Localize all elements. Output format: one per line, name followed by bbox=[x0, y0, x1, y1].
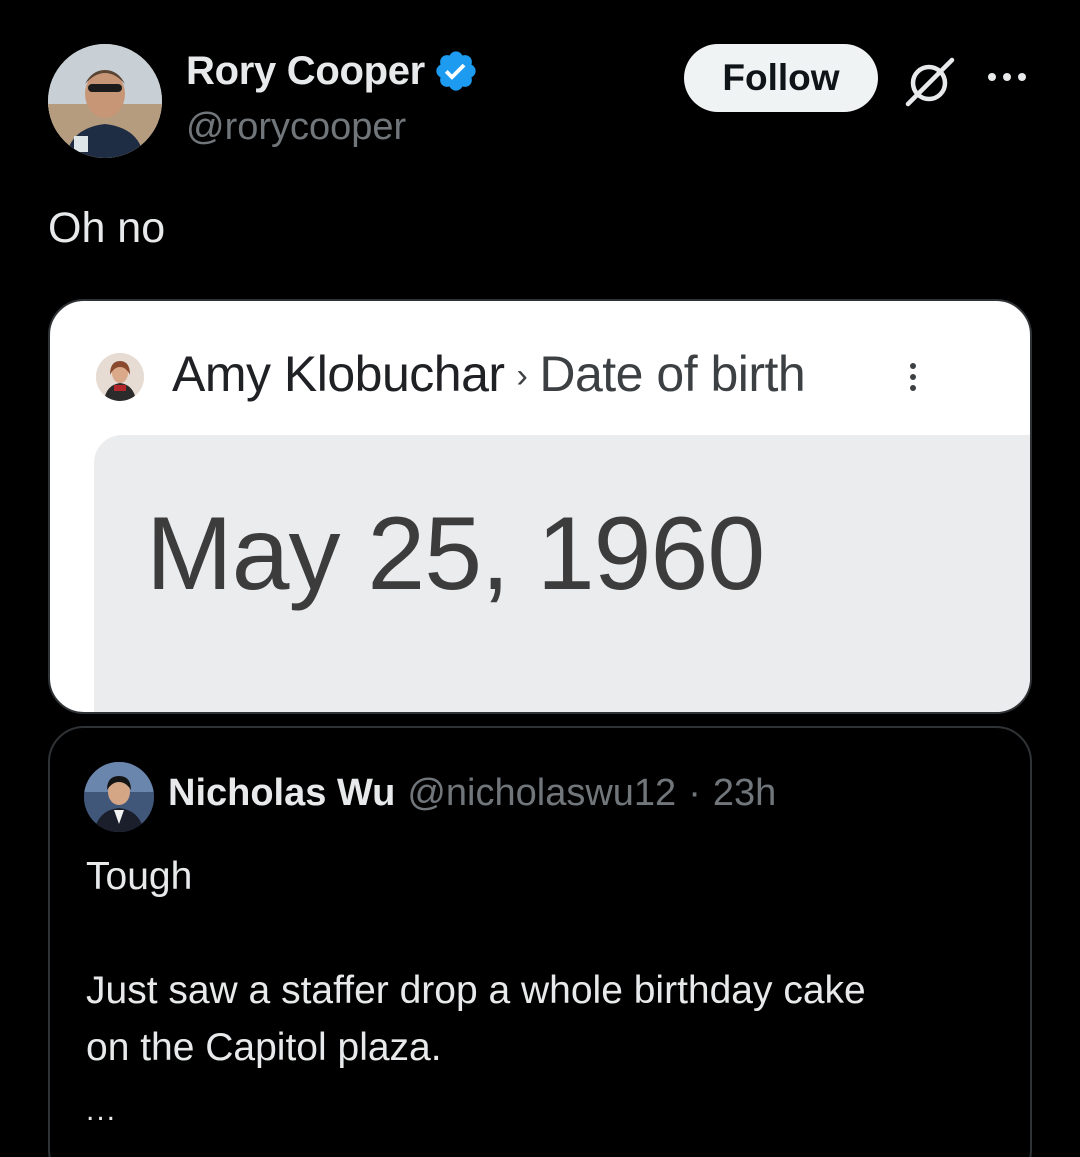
quoted-author-name: Nicholas Wu bbox=[168, 772, 396, 814]
truncation-ellipsis: ... bbox=[86, 1094, 118, 1127]
answer-box: May 25, 1960 bbox=[94, 435, 1030, 712]
answer-value: May 25, 1960 bbox=[146, 496, 765, 612]
entity-name: Amy Klobuchar bbox=[172, 346, 505, 402]
author-name[interactable]: Rory Cooper bbox=[186, 49, 425, 94]
post-image[interactable]: Amy Klobuchar › Date of birth May 25, 19… bbox=[48, 299, 1032, 714]
vertical-dots-icon bbox=[904, 359, 922, 395]
separator-dot: · bbox=[688, 772, 701, 814]
avatar-photo bbox=[48, 44, 162, 158]
follow-button[interactable]: Follow bbox=[684, 44, 878, 112]
quoted-author-avatar bbox=[84, 762, 154, 832]
knowledge-panel-title: Amy Klobuchar › Date of birth bbox=[172, 345, 806, 403]
field-name: Date of birth bbox=[539, 346, 806, 402]
more-horizontal-icon[interactable] bbox=[984, 66, 1030, 88]
post-view: Rory Cooper @rorycooper Follow Oh no Amy… bbox=[0, 0, 1080, 1157]
author-avatar[interactable] bbox=[48, 44, 162, 158]
quoted-timestamp: 23h bbox=[712, 772, 777, 814]
breadcrumb-separator: › bbox=[516, 357, 528, 395]
author-handle[interactable]: @rorycooper bbox=[186, 106, 406, 149]
quoted-header: Nicholas Wu @nicholaswu12 · 23h bbox=[168, 772, 776, 815]
verified-badge-icon bbox=[433, 48, 479, 94]
quoted-line: Just saw a staffer drop a whole birthday… bbox=[86, 969, 866, 1012]
author-name-row: Rory Cooper bbox=[186, 48, 479, 94]
quoted-line: Tough bbox=[86, 855, 193, 898]
entity-avatar bbox=[96, 353, 144, 401]
quoted-post[interactable]: Nicholas Wu @nicholaswu12 · 23h Tough Ju… bbox=[48, 726, 1032, 1157]
quoted-author-handle: @nicholaswu12 bbox=[407, 772, 677, 814]
quoted-text: Tough Just saw a staffer drop a whole bi… bbox=[86, 848, 986, 1139]
grok-slash-icon[interactable] bbox=[900, 52, 958, 110]
post-text: Oh no bbox=[48, 204, 166, 252]
quoted-line: on the Capitol plaza. bbox=[86, 1026, 442, 1069]
